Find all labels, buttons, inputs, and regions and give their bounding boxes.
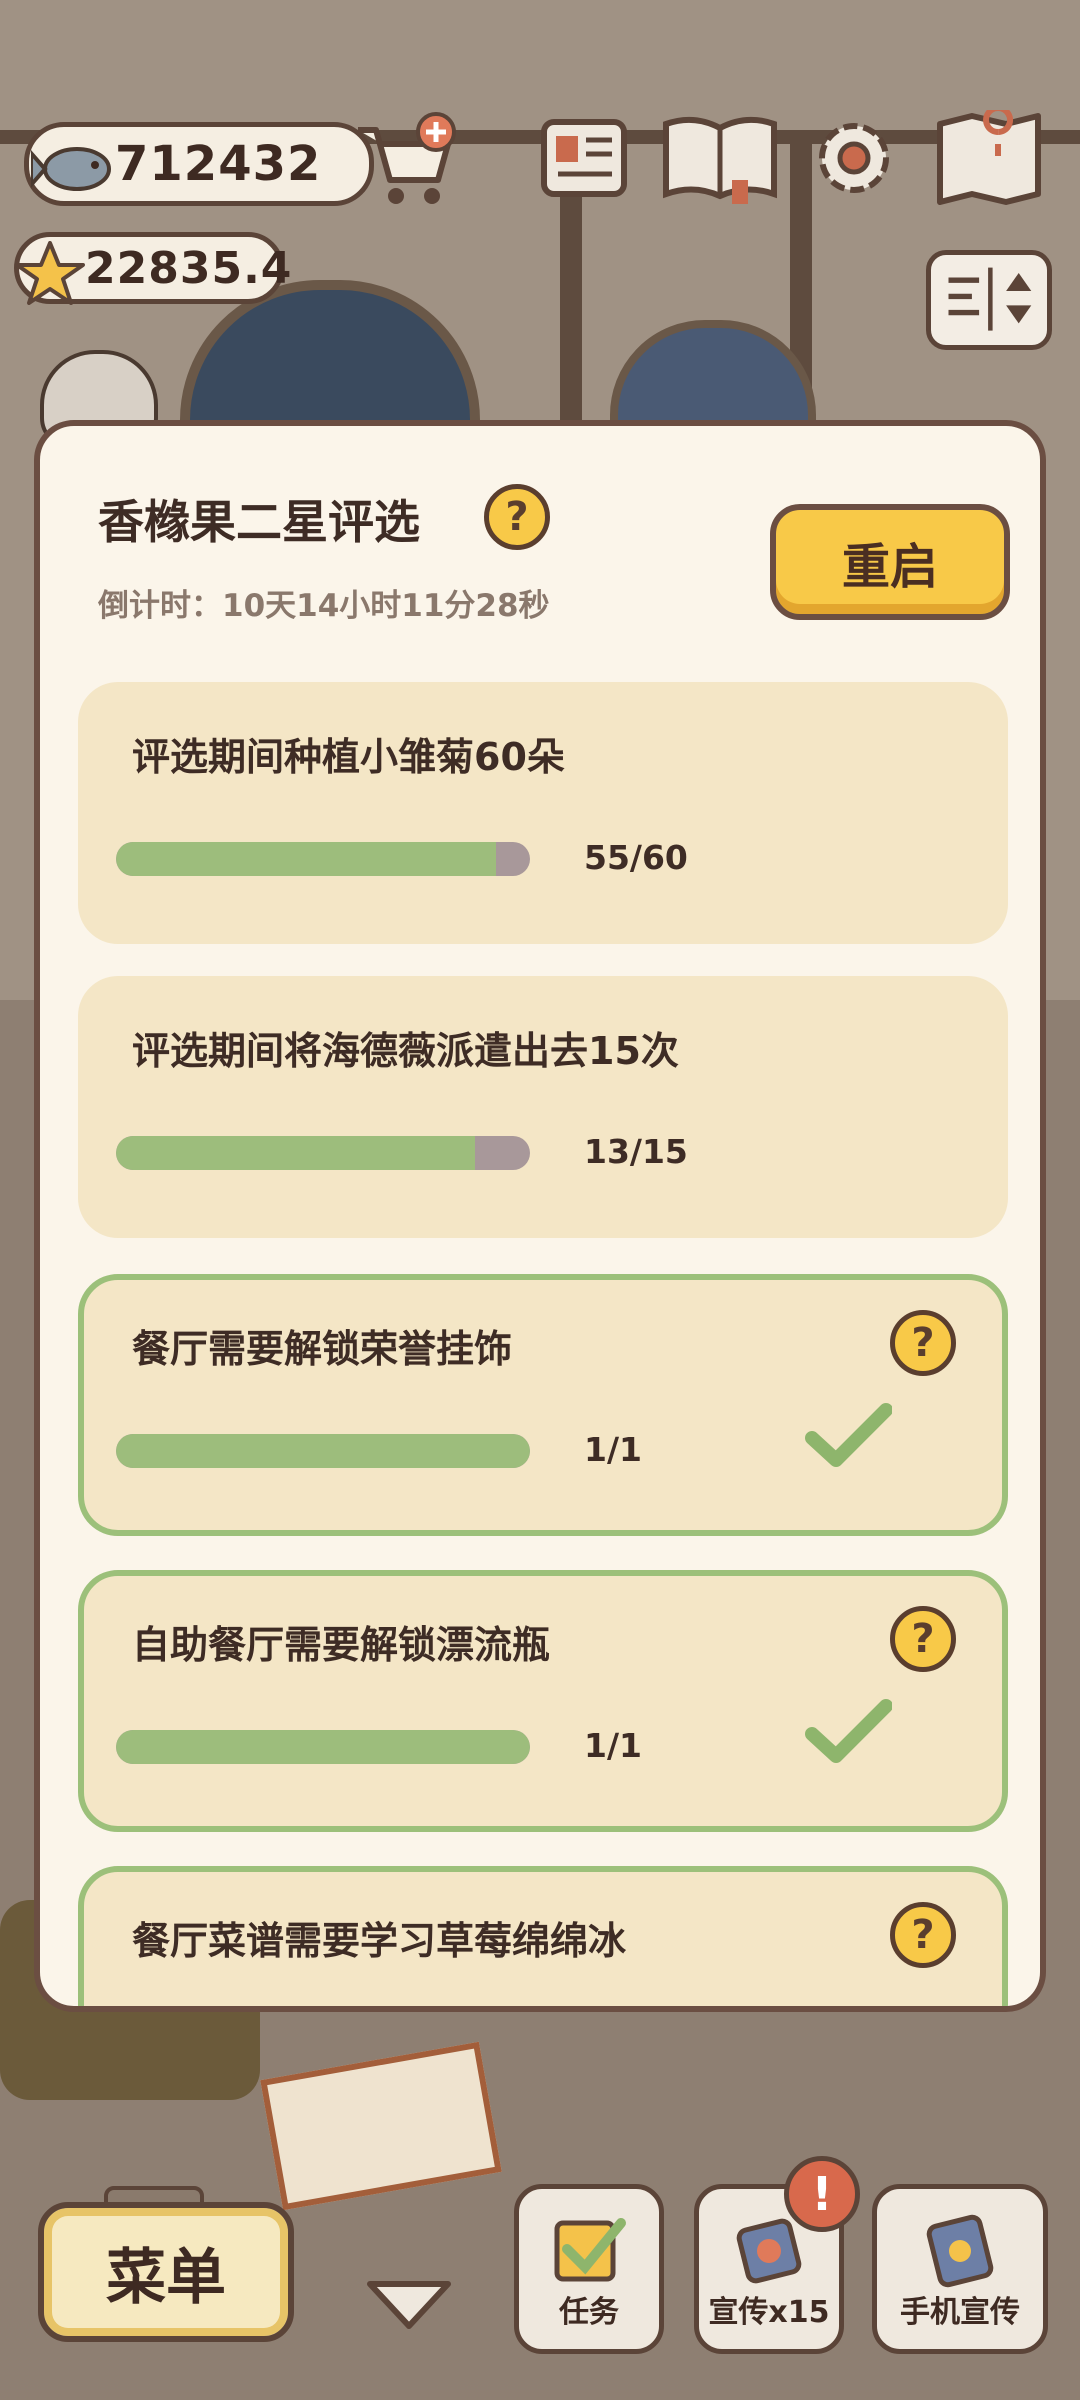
- progress-bar: [116, 1434, 530, 1468]
- progress-count: 1/1: [584, 1726, 642, 1765]
- task-help-button[interactable]: ?: [890, 1606, 956, 1672]
- task-label: 餐厅需要解锁荣誉挂饰: [132, 1327, 513, 1371]
- task-card: 评选期间将海德薇派遣出去15次 13/15: [78, 976, 1008, 1238]
- tasks-label: 任务: [559, 2295, 619, 2330]
- cart-plus-icon[interactable]: [350, 110, 460, 210]
- notebook-icon[interactable]: [536, 110, 632, 206]
- progress-fill: [116, 842, 496, 876]
- progress-bar: [116, 1136, 530, 1170]
- checkmark-icon: [805, 1699, 892, 1763]
- fish-coin-counter: 712432: [24, 122, 374, 206]
- star-counter: 22835.4: [14, 232, 291, 305]
- phone-promo-icon: [926, 2214, 994, 2288]
- task-help-button[interactable]: ?: [890, 1310, 956, 1376]
- task-card-completed: 餐厅需要解锁荣誉挂饰 ? 1/1: [78, 1274, 1008, 1536]
- checkbox-icon: [554, 2218, 626, 2282]
- phone-promo-label: 手机宣传: [900, 2295, 1020, 2330]
- task-card-completed: 餐厅菜谱需要学习草莓绵绵冰 ?: [78, 1866, 1008, 2006]
- menu-button[interactable]: 菜单: [38, 2202, 294, 2342]
- alert-badge: !: [784, 2156, 860, 2232]
- question-icon: ?: [911, 1912, 935, 1958]
- fish-icon: [31, 147, 111, 191]
- recipe-book-icon[interactable]: [660, 110, 780, 206]
- question-icon: ?: [911, 1616, 935, 1662]
- exclamation-icon: !: [811, 2167, 833, 2221]
- review-panel: 香橼果二星评选 ? 倒计时：10天14小时11分28秒 重启 评选期间种植小雏菊…: [34, 420, 1046, 2012]
- progress-count: 1/1: [584, 1430, 642, 1469]
- countdown-text: 倒计时：10天14小时11分28秒: [98, 588, 550, 624]
- progress-fill: [116, 1434, 530, 1468]
- task-help-button[interactable]: ?: [890, 1902, 956, 1968]
- task-card-completed: 自助餐厅需要解锁漂流瓶 ? 1/1: [78, 1570, 1008, 1832]
- progress-count: 55/60: [584, 838, 688, 877]
- star-icon: [15, 241, 85, 305]
- task-label: 评选期间种植小雏菊60朵: [132, 735, 565, 779]
- task-label: 评选期间将海德薇派遣出去15次: [132, 1029, 679, 1073]
- progress-bar: [116, 1730, 530, 1764]
- task-card: 评选期间种植小雏菊60朵 55/60: [78, 682, 1008, 944]
- panel-title: 香橼果二星评选: [98, 495, 420, 549]
- title-help-button[interactable]: ?: [484, 484, 550, 550]
- question-icon: ?: [505, 494, 529, 540]
- fish-coin-value: 712432: [115, 136, 322, 192]
- chevron-down-icon[interactable]: [364, 2276, 454, 2332]
- star-value: 22835.4: [85, 242, 293, 294]
- sort-toggle-icon: [948, 267, 1032, 331]
- question-icon: ?: [911, 1320, 935, 1366]
- progress-fill: [116, 1136, 475, 1170]
- settings-gear-icon[interactable]: [806, 110, 902, 206]
- map-icon[interactable]: [934, 110, 1044, 206]
- sort-toggle-button[interactable]: [926, 250, 1052, 350]
- restart-button[interactable]: 重启: [770, 504, 1010, 620]
- task-label: 自助餐厅需要解锁漂流瓶: [132, 1623, 551, 1667]
- tasks-button[interactable]: 任务: [514, 2184, 664, 2354]
- progress-fill: [116, 1730, 530, 1764]
- checkmark-icon: [805, 1403, 892, 1467]
- phone-promo-button[interactable]: 手机宣传: [872, 2184, 1048, 2354]
- promo-label: 宣传x15: [708, 2295, 830, 2330]
- progress-count: 13/15: [584, 1132, 688, 1171]
- task-label: 餐厅菜谱需要学习草莓绵绵冰: [132, 1919, 627, 1963]
- progress-bar: [116, 842, 530, 876]
